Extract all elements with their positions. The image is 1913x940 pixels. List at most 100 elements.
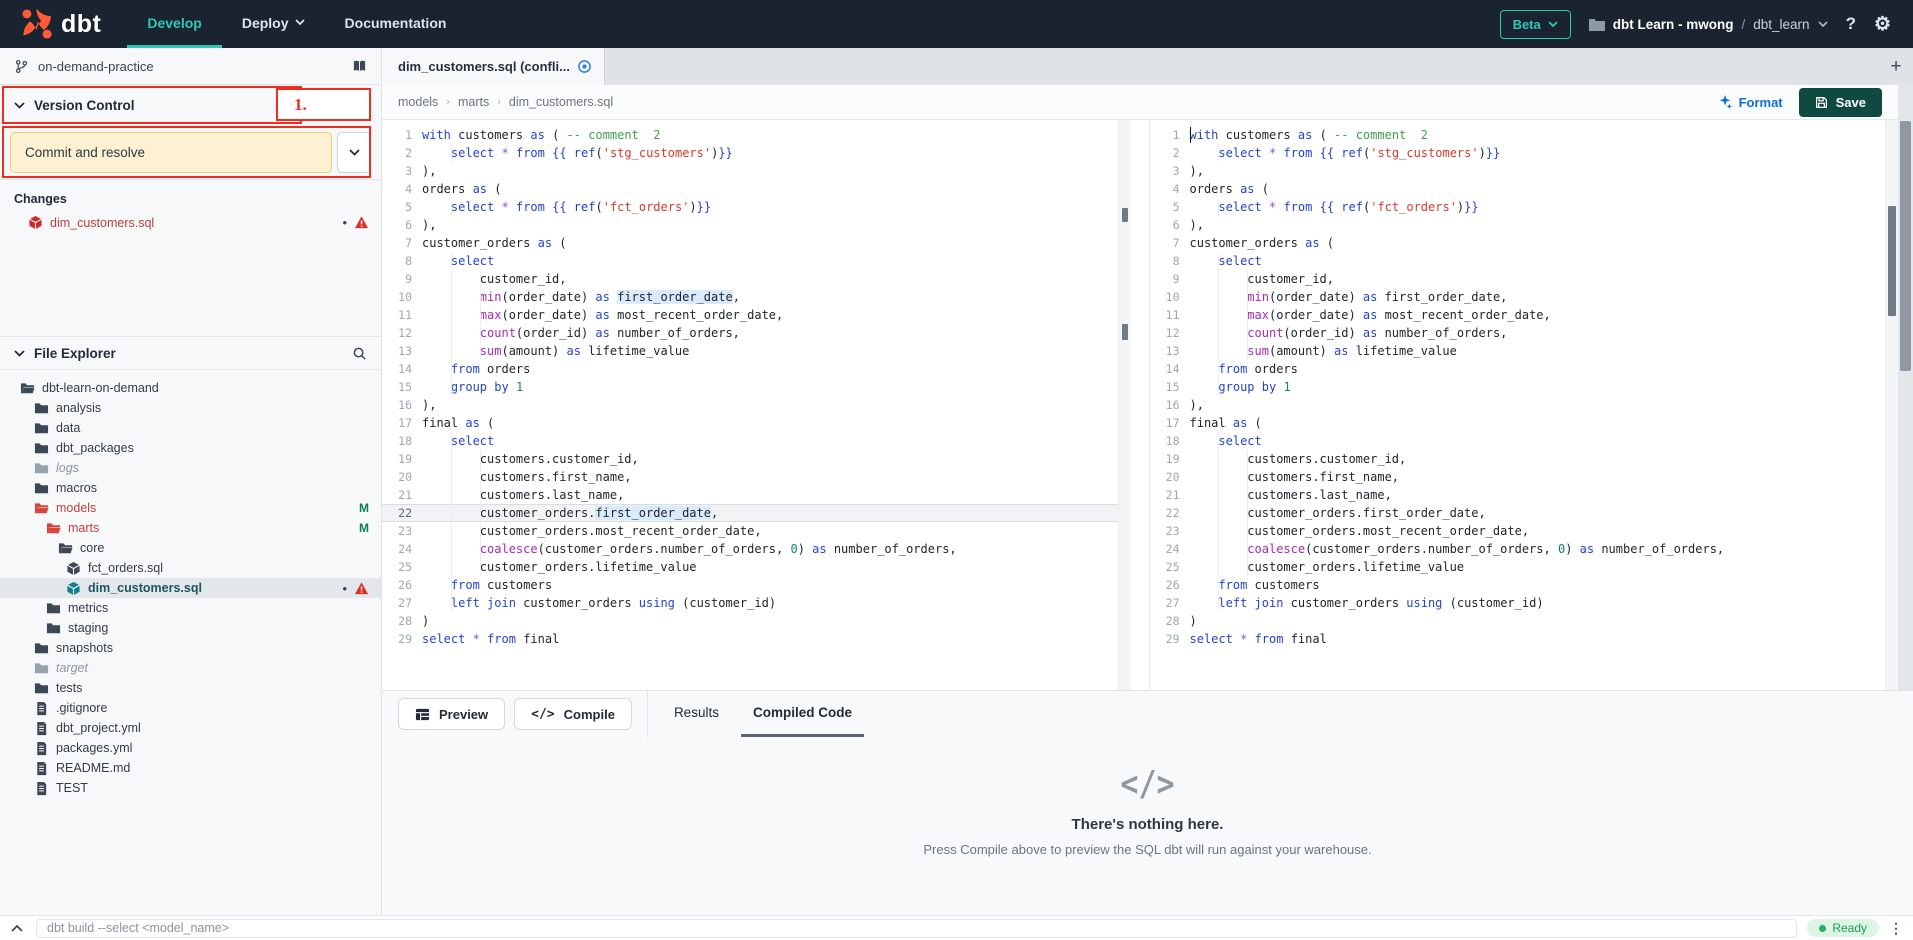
code-line-25[interactable]: 25 customer_orders.lifetime_value [1150, 558, 1886, 576]
code-line-19[interactable]: 19 customers.customer_id, [1150, 450, 1886, 468]
tree-item-dbt-packages[interactable]: dbt_packages [0, 438, 381, 458]
code-line-15[interactable]: 15 group by 1 [1150, 378, 1886, 396]
help-icon[interactable]: ? [1846, 14, 1856, 34]
commit-and-resolve-button[interactable]: Commit and resolve [10, 132, 332, 173]
code-line-4[interactable]: 4orders as ( [1150, 180, 1886, 198]
panel-tab-compiled-code[interactable]: Compiled Code [741, 691, 864, 737]
code-line-8[interactable]: 8 select [382, 252, 1118, 270]
code-line-6[interactable]: 6), [382, 216, 1118, 234]
code-line-29[interactable]: 29select * from final [1150, 630, 1886, 648]
code-line-15[interactable]: 15 group by 1 [382, 378, 1118, 396]
code-line-12[interactable]: 12 count(order_id) as number_of_orders, [382, 324, 1118, 342]
code-line-5[interactable]: 5 select * from {{ ref('fct_orders')}} [382, 198, 1118, 216]
code-line-21[interactable]: 21 customers.last_name, [382, 486, 1118, 504]
new-tab-button[interactable]: + [1879, 48, 1913, 85]
tree-item--gitignore[interactable]: .gitignore [0, 698, 381, 718]
code-line-10[interactable]: 10 min(order_date) as first_order_date, [1150, 288, 1886, 306]
code-line-25[interactable]: 25 customer_orders.lifetime_value [382, 558, 1118, 576]
code-line-13[interactable]: 13 sum(amount) as lifetime_value [382, 342, 1118, 360]
code-line-24[interactable]: 24 coalesce(customer_orders.number_of_or… [382, 540, 1118, 558]
tree-item-tests[interactable]: tests [0, 678, 381, 698]
code-line-9[interactable]: 9 customer_id, [382, 270, 1118, 288]
code-line-23[interactable]: 23 customer_orders.most_recent_order_dat… [382, 522, 1118, 540]
code-line-12[interactable]: 12 count(order_id) as number_of_orders, [1150, 324, 1886, 342]
code-line-23[interactable]: 23 customer_orders.most_recent_order_dat… [1150, 522, 1886, 540]
commit-options-dropdown[interactable] [337, 132, 371, 173]
code-editor-right[interactable]: 1with customers as ( -- comment 22 selec… [1150, 120, 1886, 690]
tree-item-models[interactable]: modelsM [0, 498, 381, 518]
code-line-7[interactable]: 7customer_orders as ( [382, 234, 1118, 252]
tree-item-data[interactable]: data [0, 418, 381, 438]
code-line-13[interactable]: 13 sum(amount) as lifetime_value [1150, 342, 1886, 360]
format-button[interactable]: Format [1718, 95, 1783, 110]
tree-item-fct-orders-sql[interactable]: fct_orders.sql [0, 558, 381, 578]
code-line-26[interactable]: 26 from customers [1150, 576, 1886, 594]
code-line-18[interactable]: 18 select [1150, 432, 1886, 450]
tree-item-readme-md[interactable]: README.md [0, 758, 381, 778]
code-line-18[interactable]: 18 select [382, 432, 1118, 450]
tree-item-packages-yml[interactable]: packages.yml [0, 738, 381, 758]
left-editor-scrollbar[interactable] [1118, 120, 1131, 690]
tree-item-logs[interactable]: logs [0, 458, 381, 478]
tree-item-dim-customers-sql[interactable]: dim_customers.sql• [0, 578, 381, 598]
docs-book-icon[interactable] [352, 59, 367, 74]
code-line-21[interactable]: 21 customers.last_name, [1150, 486, 1886, 504]
code-line-4[interactable]: 4orders as ( [382, 180, 1118, 198]
code-line-20[interactable]: 20 customers.first_name, [382, 468, 1118, 486]
code-line-16[interactable]: 16), [382, 396, 1118, 414]
code-line-3[interactable]: 3), [1150, 162, 1886, 180]
settings-gear-icon[interactable]: ⚙ [1874, 13, 1891, 36]
code-line-27[interactable]: 27 left join customer_orders using (cust… [1150, 594, 1886, 612]
code-line-2[interactable]: 2 select * from {{ ref('stg_customers')}… [1150, 144, 1886, 162]
code-line-11[interactable]: 11 max(order_date) as most_recent_order_… [1150, 306, 1886, 324]
git-branch-selector[interactable]: on-demand-practice [0, 48, 381, 85]
file-explorer-section-header[interactable]: File Explorer [0, 336, 381, 370]
code-editor-left[interactable]: 1with customers as ( -- comment 22 selec… [382, 120, 1118, 690]
kebab-menu-icon[interactable]: ⋮ [1889, 920, 1903, 937]
code-line-14[interactable]: 14 from orders [1150, 360, 1886, 378]
command-input[interactable]: dbt build --select <model_name> [36, 919, 1797, 938]
tree-item-staging[interactable]: staging [0, 618, 381, 638]
code-line-1[interactable]: 1with customers as ( -- comment 2 [1150, 126, 1886, 144]
code-line-2[interactable]: 2 select * from {{ ref('stg_customers')}… [382, 144, 1118, 162]
panel-scrollbar-thumb[interactable] [1900, 121, 1911, 371]
tree-item-target[interactable]: target [0, 658, 381, 678]
preview-button[interactable]: Preview [398, 698, 505, 730]
code-line-27[interactable]: 27 left join customer_orders using (cust… [382, 594, 1118, 612]
code-line-17[interactable]: 17final as ( [1150, 414, 1886, 432]
changed-file-row[interactable]: dim_customers.sql• [0, 212, 381, 233]
tab-dim-customers[interactable]: dim_customers.sql (confli... [382, 48, 605, 85]
account-project-switcher[interactable]: dbt Learn - mwong / dbt_learn [1589, 17, 1828, 32]
tree-item-dbt-project-yml[interactable]: dbt_project.yml [0, 718, 381, 738]
code-line-24[interactable]: 24 coalesce(customer_orders.number_of_or… [1150, 540, 1886, 558]
tree-item-macros[interactable]: macros [0, 478, 381, 498]
code-line-28[interactable]: 28) [382, 612, 1118, 630]
nav-item-deploy[interactable]: Deploy [222, 0, 325, 48]
code-line-26[interactable]: 26 from customers [382, 576, 1118, 594]
right-editor-scrollbar[interactable] [1885, 120, 1898, 690]
tree-item-core[interactable]: core [0, 538, 381, 558]
code-line-10[interactable]: 10 min(order_date) as first_order_date, [382, 288, 1118, 306]
collapse-panel-chevron-up-icon[interactable] [8, 924, 26, 932]
tree-item-marts[interactable]: martsM [0, 518, 381, 538]
code-line-20[interactable]: 20 customers.first_name, [1150, 468, 1886, 486]
code-line-14[interactable]: 14 from orders [382, 360, 1118, 378]
tree-item-dbt-learn-on-demand[interactable]: dbt-learn-on-demand [0, 378, 381, 398]
tree-item-analysis[interactable]: analysis [0, 398, 381, 418]
compile-button[interactable]: </> Compile [514, 698, 632, 730]
code-line-1[interactable]: 1with customers as ( -- comment 2 [382, 126, 1118, 144]
panel-tab-results[interactable]: Results [662, 691, 731, 737]
search-icon[interactable] [352, 346, 367, 361]
nav-item-documentation[interactable]: Documentation [325, 0, 467, 48]
code-line-16[interactable]: 16), [1150, 396, 1886, 414]
dbt-logo[interactable]: dbt [0, 0, 127, 48]
code-line-7[interactable]: 7customer_orders as ( [1150, 234, 1886, 252]
code-line-9[interactable]: 9 customer_id, [1150, 270, 1886, 288]
code-line-8[interactable]: 8 select [1150, 252, 1886, 270]
code-line-17[interactable]: 17final as ( [382, 414, 1118, 432]
code-line-6[interactable]: 6), [1150, 216, 1886, 234]
tree-item-snapshots[interactable]: snapshots [0, 638, 381, 658]
nav-item-develop[interactable]: Develop [127, 0, 221, 48]
save-button[interactable]: Save [1799, 88, 1882, 117]
beta-toggle[interactable]: Beta [1500, 10, 1571, 39]
